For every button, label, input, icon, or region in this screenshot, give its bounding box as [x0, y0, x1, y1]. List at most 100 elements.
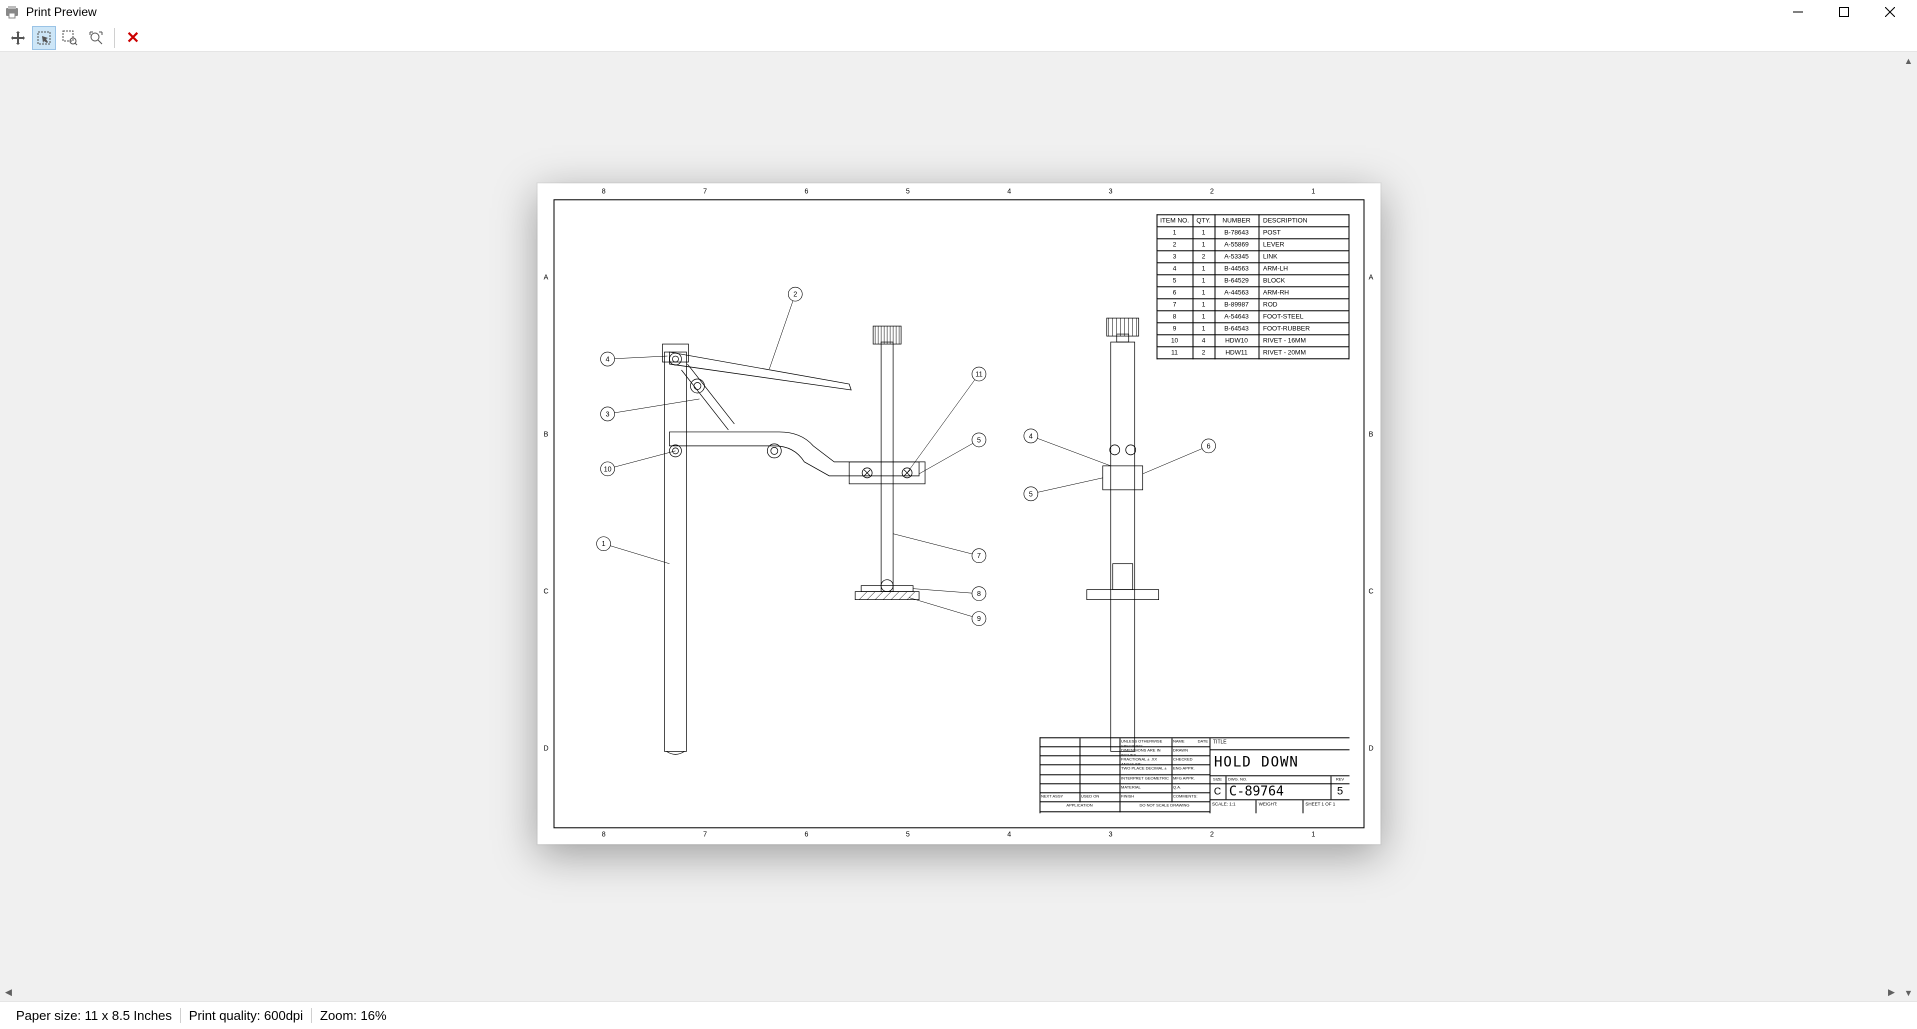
bom-cell-item: 7 [1157, 298, 1193, 310]
bom-cell-desc: RIVET - 16MM [1259, 334, 1349, 346]
zoom-window-button[interactable] [58, 26, 82, 50]
scroll-up-arrow[interactable]: ▲ [1900, 52, 1917, 69]
scroll-right-arrow[interactable]: ▶ [1883, 984, 1900, 1001]
title-block: UNLESS OTHERWISE SPECIFIED: NAMEDATE DIM… [1039, 737, 1349, 813]
bom-cell-number: B-64543 [1215, 322, 1259, 334]
bom-cell-qty: 4 [1193, 334, 1215, 346]
bom-cell-number: A-53345 [1215, 250, 1259, 262]
paper-sheet: 87654321 87654321 ABCD ABCD ITEM NO. QTY… [537, 183, 1380, 844]
bom-cell-item: 9 [1157, 322, 1193, 334]
ruler-mark: C [539, 513, 553, 670]
tb-size: C [1210, 784, 1225, 799]
ruler-mark: 4 [959, 828, 1060, 842]
status-print-quality: Print quality: 600dpi [181, 1008, 312, 1023]
bom-row: 81A-54643FOOT-STEEL [1157, 310, 1349, 322]
bom-row: 104HDW10RIVET - 16MM [1157, 334, 1349, 346]
scroll-track-v[interactable] [1900, 69, 1917, 984]
bom-header-item: ITEM NO. [1157, 214, 1193, 226]
bom-cell-desc: BLOCK [1259, 274, 1349, 286]
horizontal-scrollbar[interactable]: ◀ ▶ [0, 984, 1900, 1001]
bom-header-qty: QTY. [1193, 214, 1215, 226]
bom-cell-number: B-89987 [1215, 298, 1259, 310]
ruler-mark: A [1364, 199, 1378, 356]
bom-cell-number: A-44563 [1215, 286, 1259, 298]
select-button[interactable] [32, 26, 56, 50]
bom-row: 21A-55869LEVER [1157, 238, 1349, 250]
app-icon [4, 4, 20, 20]
balloon-number: 6 [1206, 443, 1210, 450]
balloon-number: 11 [975, 371, 982, 378]
ruler-mark: D [539, 671, 553, 828]
bom-cell-desc: ROD [1259, 298, 1349, 310]
balloon-number: 2 [793, 291, 797, 298]
ruler-mark: B [539, 356, 553, 513]
bom-cell-number: B-78643 [1215, 226, 1259, 238]
bom-cell-item: 2 [1157, 238, 1193, 250]
balloon-number: 9 [977, 616, 981, 623]
bom-cell-qty: 1 [1193, 226, 1215, 238]
bom-cell-desc: LINK [1259, 250, 1349, 262]
bom-row: 32A-53345LINK [1157, 250, 1349, 262]
maximize-button[interactable] [1821, 0, 1867, 24]
zoom-extents-button[interactable] [84, 26, 108, 50]
close-icon: ✕ [126, 28, 139, 48]
bom-row: 11B-78643POST [1157, 226, 1349, 238]
bom-table: ITEM NO. QTY. NUMBER DESCRIPTION 11B-786… [1156, 214, 1349, 359]
ruler-right: ABCD [1364, 199, 1378, 828]
bom-cell-qty: 1 [1193, 310, 1215, 322]
bom-cell-number: HDW11 [1215, 346, 1259, 358]
bom-row: 112HDW11RIVET - 20MM [1157, 346, 1349, 358]
scroll-down-arrow[interactable]: ▼ [1900, 984, 1917, 1001]
bom-cell-item: 1 [1157, 226, 1193, 238]
bom-cell-item: 10 [1157, 334, 1193, 346]
balloon-number: 3 [605, 411, 609, 418]
bom-cell-number: B-64529 [1215, 274, 1259, 286]
ruler-mark: 5 [857, 828, 958, 842]
vertical-scrollbar[interactable]: ▲ ▼ [1900, 52, 1917, 1001]
ruler-left: ABCD [539, 199, 553, 828]
ruler-top: 87654321 [553, 185, 1364, 199]
status-zoom: Zoom: 16% [312, 1008, 394, 1023]
drawing-area: ITEM NO. QTY. NUMBER DESCRIPTION 11B-786… [568, 214, 1349, 813]
ruler-mark: 1 [1263, 185, 1364, 199]
close-preview-button[interactable]: ✕ [121, 26, 145, 50]
drawing-frame: ITEM NO. QTY. NUMBER DESCRIPTION 11B-786… [553, 199, 1364, 828]
ruler-mark: 8 [553, 185, 654, 199]
minimize-button[interactable] [1775, 0, 1821, 24]
bom-header-row: ITEM NO. QTY. NUMBER DESCRIPTION [1157, 214, 1349, 226]
balloon-number: 5 [1028, 491, 1032, 498]
tb-title: HOLD DOWN [1210, 750, 1349, 776]
ruler-mark: 3 [1060, 828, 1161, 842]
window-title: Print Preview [26, 5, 97, 19]
balloon-number: 7 [977, 553, 981, 560]
bom-cell-qty: 1 [1193, 298, 1215, 310]
ruler-mark: D [1364, 671, 1378, 828]
preview-canvas[interactable]: 87654321 87654321 ABCD ABCD ITEM NO. QTY… [0, 52, 1917, 1001]
balloon-number: 10 [603, 466, 611, 473]
close-button[interactable] [1867, 0, 1913, 24]
ruler-mark: 4 [959, 185, 1060, 199]
bom-cell-desc: ARM-LH [1259, 262, 1349, 274]
ruler-mark: 5 [857, 185, 958, 199]
tb-company: UNLESS OTHERWISE SPECIFIED: [1120, 738, 1172, 747]
bom-cell-number: HDW10 [1215, 334, 1259, 346]
scroll-left-arrow[interactable]: ◀ [0, 984, 17, 1001]
pan-button[interactable] [6, 26, 30, 50]
bom-cell-desc: FOOT-RUBBER [1259, 322, 1349, 334]
scroll-track-h[interactable] [17, 984, 1883, 1001]
bom-cell-item: 5 [1157, 274, 1193, 286]
ruler-mark: C [1364, 513, 1378, 670]
ruler-mark: 1 [1263, 828, 1364, 842]
ruler-bottom: 87654321 [553, 828, 1364, 842]
bom-cell-qty: 1 [1193, 238, 1215, 250]
ruler-mark: 7 [654, 185, 755, 199]
bom-cell-item: 3 [1157, 250, 1193, 262]
bom-row: 41B-44563ARM-LH [1157, 262, 1349, 274]
bom-cell-number: A-55869 [1215, 238, 1259, 250]
balloon-number: 4 [605, 356, 609, 363]
bom-cell-number: B-44563 [1215, 262, 1259, 274]
toolbar-separator [114, 28, 115, 48]
bom-cell-qty: 2 [1193, 346, 1215, 358]
bom-cell-item: 4 [1157, 262, 1193, 274]
bom-header-number: NUMBER [1215, 214, 1259, 226]
